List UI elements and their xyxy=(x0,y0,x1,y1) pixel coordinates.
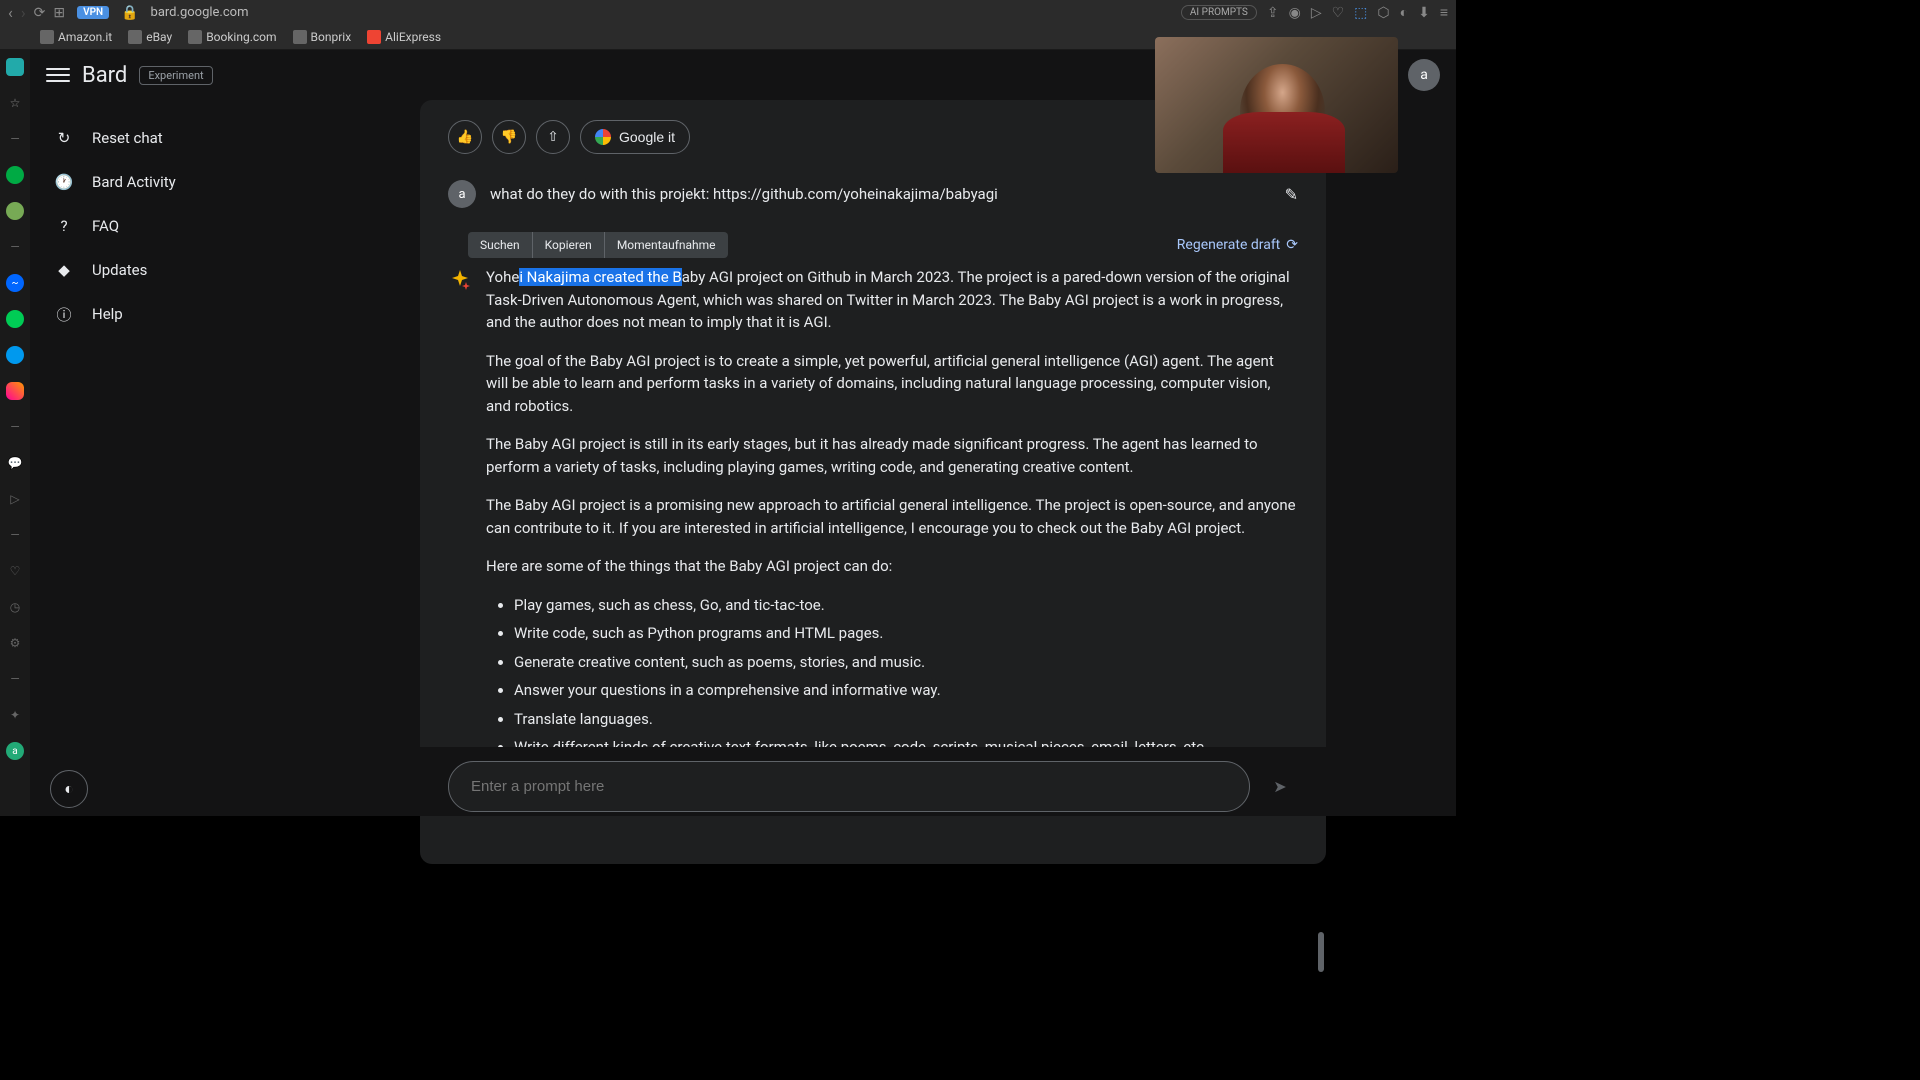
menu-icon[interactable]: ≡ xyxy=(1440,4,1448,21)
camera-icon[interactable]: ◉ xyxy=(1289,5,1301,21)
context-search[interactable]: Suchen xyxy=(468,232,533,258)
rail-gear-icon[interactable]: ⚙ xyxy=(6,634,24,652)
bookmark-bonprix[interactable]: Bonprix xyxy=(293,30,352,44)
reload-button[interactable]: ⟳ xyxy=(34,5,46,21)
list-item: Play games, such as chess, Go, and tic-t… xyxy=(514,594,1298,617)
rail-app-2-icon[interactable] xyxy=(6,202,24,220)
sidebar-item-updates[interactable]: ◆ Updates xyxy=(30,248,390,292)
url-text[interactable]: bard.google.com xyxy=(151,5,249,20)
thumbs-up-button[interactable]: 👍 xyxy=(448,120,482,154)
context-copy[interactable]: Kopieren xyxy=(533,232,605,258)
activity-icon: 🕐 xyxy=(54,172,74,192)
sidebar-item-faq[interactable]: ? FAQ xyxy=(30,204,390,248)
left-rail: ☆ — — ~ — 💬 ▷ — ♡ ◷ ⚙ — ✦ a xyxy=(0,50,30,816)
hamburger-button[interactable] xyxy=(46,63,70,87)
rail-a-badge-icon[interactable]: a xyxy=(6,742,24,760)
rail-sep-5: — xyxy=(6,670,24,688)
sidebar-item-activity[interactable]: 🕐 Bard Activity xyxy=(30,160,390,204)
input-area: ➤ xyxy=(420,747,1326,816)
rail-star-icon[interactable]: ☆ xyxy=(6,94,24,112)
rail-sep-4: — xyxy=(6,526,24,544)
cube-icon[interactable]: ⬡ xyxy=(1377,5,1389,21)
faq-icon: ? xyxy=(54,216,74,236)
list-item: Answer your questions in a comprehensive… xyxy=(514,679,1298,702)
ai-prompts-badge[interactable]: AI PROMPTS xyxy=(1181,5,1257,20)
sidebar-item-label: Help xyxy=(92,305,123,323)
rail-sep-2: — xyxy=(6,238,24,256)
rail-history-icon[interactable]: ◷ xyxy=(6,598,24,616)
rail-sep-1: — xyxy=(6,130,24,148)
rail-heart-icon[interactable]: ♡ xyxy=(6,562,24,580)
bookmark-booking[interactable]: Booking.com xyxy=(188,30,276,44)
bookmark-ebay[interactable]: eBay xyxy=(128,30,172,44)
rail-messenger-icon[interactable]: ~ xyxy=(6,274,24,292)
sidebar-item-help[interactable]: ⓘ Help xyxy=(30,292,390,336)
prompt-text: what do they do with this projekt: https… xyxy=(490,185,1271,203)
selected-text: i Nakajima created the B xyxy=(519,268,681,286)
sidebar-item-label: FAQ xyxy=(92,217,119,235)
rail-telegram-icon[interactable] xyxy=(6,346,24,364)
tabs-icon[interactable]: ⊞ xyxy=(53,5,65,21)
google-logo-icon xyxy=(595,129,611,145)
browser-toolbar: ‹ › ⟳ ⊞ VPN 🔒 bard.google.com AI PROMPTS… xyxy=(0,0,1456,25)
bookmark-amazon[interactable]: Amazon.it xyxy=(40,30,112,44)
rail-instagram-icon[interactable] xyxy=(6,382,24,400)
share-icon[interactable]: ⇪ xyxy=(1267,5,1279,21)
prompt-input[interactable] xyxy=(448,761,1250,812)
rail-chat-icon[interactable]: 💬 xyxy=(6,454,24,472)
rail-sparkle-icon[interactable]: ✦ xyxy=(6,706,24,724)
refresh-icon: ⟳ xyxy=(1286,237,1298,253)
edit-prompt-button[interactable]: ✎ xyxy=(1285,185,1298,204)
user-avatar: a xyxy=(448,180,476,208)
reset-icon: ↻ xyxy=(54,128,74,148)
sidebar-item-label: Updates xyxy=(92,261,147,279)
download-icon[interactable]: ⬇ xyxy=(1418,5,1430,21)
lock-icon: 🔒 xyxy=(121,5,138,21)
user-prompt-row: a what do they do with this projekt: htt… xyxy=(420,166,1326,222)
send-button[interactable]: ➤ xyxy=(1262,769,1298,805)
profile-icon[interactable]: ◐ xyxy=(1400,4,1408,21)
thumbs-down-button[interactable]: 👎 xyxy=(492,120,526,154)
vpn-badge[interactable]: VPN xyxy=(77,6,109,19)
play-icon[interactable]: ▷ xyxy=(1311,5,1322,21)
dark-mode-toggle[interactable]: ◐ xyxy=(50,770,88,808)
sidebar-item-label: Reset chat xyxy=(92,129,163,147)
webcam-overlay xyxy=(1155,37,1398,173)
list-item: Translate languages. xyxy=(514,708,1298,731)
experiment-badge: Experiment xyxy=(139,66,212,85)
bookmark-aliexpress[interactable]: AliExpress xyxy=(367,30,441,44)
rail-app-1-icon[interactable] xyxy=(6,166,24,184)
user-avatar-header[interactable]: a xyxy=(1408,59,1440,91)
app-title: Bard xyxy=(82,63,127,88)
translate-icon[interactable]: ⬚ xyxy=(1354,5,1367,21)
context-snapshot[interactable]: Momentaufnahme xyxy=(605,232,728,258)
heart-icon[interactable]: ♡ xyxy=(1332,5,1345,21)
list-item: Generate creative content, such as poems… xyxy=(514,651,1298,674)
help-icon: ⓘ xyxy=(54,304,74,324)
bard-spark-icon xyxy=(448,268,472,292)
list-item: Write code, such as Python programs and … xyxy=(514,622,1298,645)
chat-content: 👍 👎 ⇧ Google it a what do they do with t… xyxy=(420,100,1326,816)
scrollbar-thumb[interactable] xyxy=(1318,932,1324,972)
forward-button[interactable]: › xyxy=(21,3,26,22)
sidebar: ↻ Reset chat 🕐 Bard Activity ? FAQ ◆ Upd… xyxy=(30,100,390,816)
rail-play-icon[interactable]: ▷ xyxy=(6,490,24,508)
rail-home-icon[interactable] xyxy=(6,58,24,76)
sidebar-item-label: Bard Activity xyxy=(92,173,176,191)
regenerate-button[interactable]: Regenerate draft ⟳ xyxy=(1177,237,1298,253)
sidebar-item-reset[interactable]: ↻ Reset chat xyxy=(30,116,390,160)
rail-sep-3: — xyxy=(6,418,24,436)
rail-whatsapp-icon[interactable] xyxy=(6,310,24,328)
context-menu: Suchen Kopieren Momentaufnahme xyxy=(468,232,728,258)
updates-icon: ◆ xyxy=(54,260,74,280)
share-button[interactable]: ⇧ xyxy=(536,120,570,154)
google-it-button[interactable]: Google it xyxy=(580,120,690,154)
back-button[interactable]: ‹ xyxy=(8,3,13,22)
